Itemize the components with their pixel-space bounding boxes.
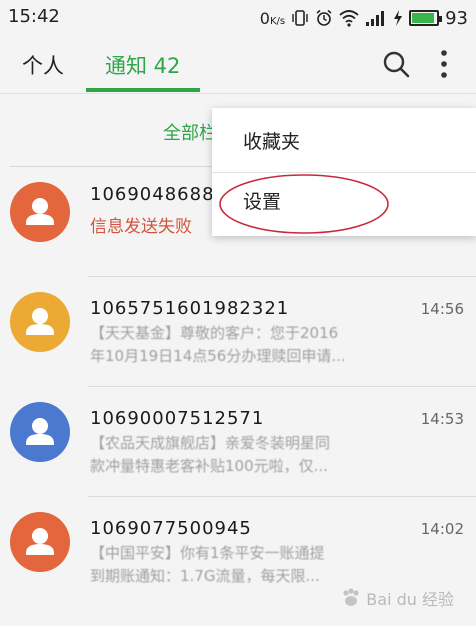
message-preview: 【农品天成旗舰店】亲爱冬装明星同 款冲量特惠老客补贴100元啦，仅... (90, 432, 390, 478)
status-bar: 15:42 0K/s 93 (0, 0, 476, 36)
network-speed: 0K/s (260, 9, 285, 28)
person-icon (10, 182, 70, 242)
app-header: 个人 通知 42 (0, 36, 476, 94)
person-icon (10, 292, 70, 352)
network-speed-value: 0 (259, 8, 270, 28)
message-divider (88, 276, 476, 277)
highlight-ellipse-shape (219, 174, 389, 234)
avatar (10, 512, 70, 572)
message-sender: 1069077500945 (90, 518, 252, 539)
filter-all-label[interactable]: 全部栏 (163, 119, 217, 145)
message-time: 14:56 (420, 300, 464, 318)
person-icon (10, 402, 70, 462)
message-divider (88, 386, 476, 387)
message-preview-line: 款冲量特惠老客补贴100元啦，仅... (90, 457, 328, 475)
avatar (10, 182, 70, 242)
watermark-text: Bai du 经验 (366, 590, 454, 609)
tab-personal[interactable]: 个人 (22, 50, 64, 80)
status-time: 15:42 (8, 6, 60, 27)
highlight-ellipse (219, 174, 389, 234)
message-preview-line: 【中国平安】你有1条平安一账通提 (90, 544, 325, 562)
person-icon (10, 512, 70, 572)
alarm-icon (316, 9, 332, 26)
message-sender: 1065751601982321 (90, 298, 290, 319)
watermark: Bai du 经验 (340, 586, 454, 610)
avatar (10, 292, 70, 352)
message-preview-line: 到期账通知：1.7G流量，每天限... (90, 567, 320, 585)
battery-icon (409, 10, 443, 26)
message-preview: 【中国平安】你有1条平安一账通提 到期账通知：1.7G流量，每天限... (90, 542, 390, 588)
vibrate-icon (292, 10, 308, 26)
charging-icon (394, 10, 403, 26)
message-preview: 【天天基金】尊敬的客户：您于2016 年10月19日14点56分办理赎回申请..… (90, 322, 390, 368)
battery-level: 93 (445, 7, 468, 29)
more-vertical-icon[interactable] (436, 48, 452, 80)
signal-icon (366, 11, 385, 26)
menu-item-favorites[interactable]: 收藏夹 (212, 112, 476, 172)
message-sender: 10690486889 (90, 184, 227, 205)
active-tab-indicator (86, 88, 200, 92)
status-icons: 0K/s 93 (260, 6, 468, 30)
message-time: 14:02 (420, 520, 464, 538)
battery-fill (412, 13, 435, 23)
message-item[interactable]: 10690007512571 14:53 【农品天成旗舰店】亲爱冬装明星同 款冲… (0, 388, 476, 498)
message-item[interactable]: 1065751601982321 14:56 【天天基金】尊敬的客户：您于201… (0, 278, 476, 388)
message-divider (88, 496, 476, 497)
avatar (10, 402, 70, 462)
network-speed-unit: K/s (269, 15, 286, 27)
message-time: 14:53 (420, 410, 464, 428)
send-failed-status: 信息发送失败 (90, 217, 192, 237)
message-preview-line: 【天天基金】尊敬的客户：您于2016 (90, 324, 339, 342)
message-sender: 10690007512571 (90, 408, 265, 429)
tab-notifications[interactable]: 通知 42 (105, 50, 180, 80)
message-preview-line: 年10月19日14点56分办理赎回申请... (90, 347, 346, 365)
paw-icon (343, 588, 359, 606)
message-preview-line: 【农品天成旗舰店】亲爱冬装明星同 (90, 434, 331, 452)
wifi-icon (339, 10, 359, 27)
search-icon[interactable] (382, 50, 410, 78)
